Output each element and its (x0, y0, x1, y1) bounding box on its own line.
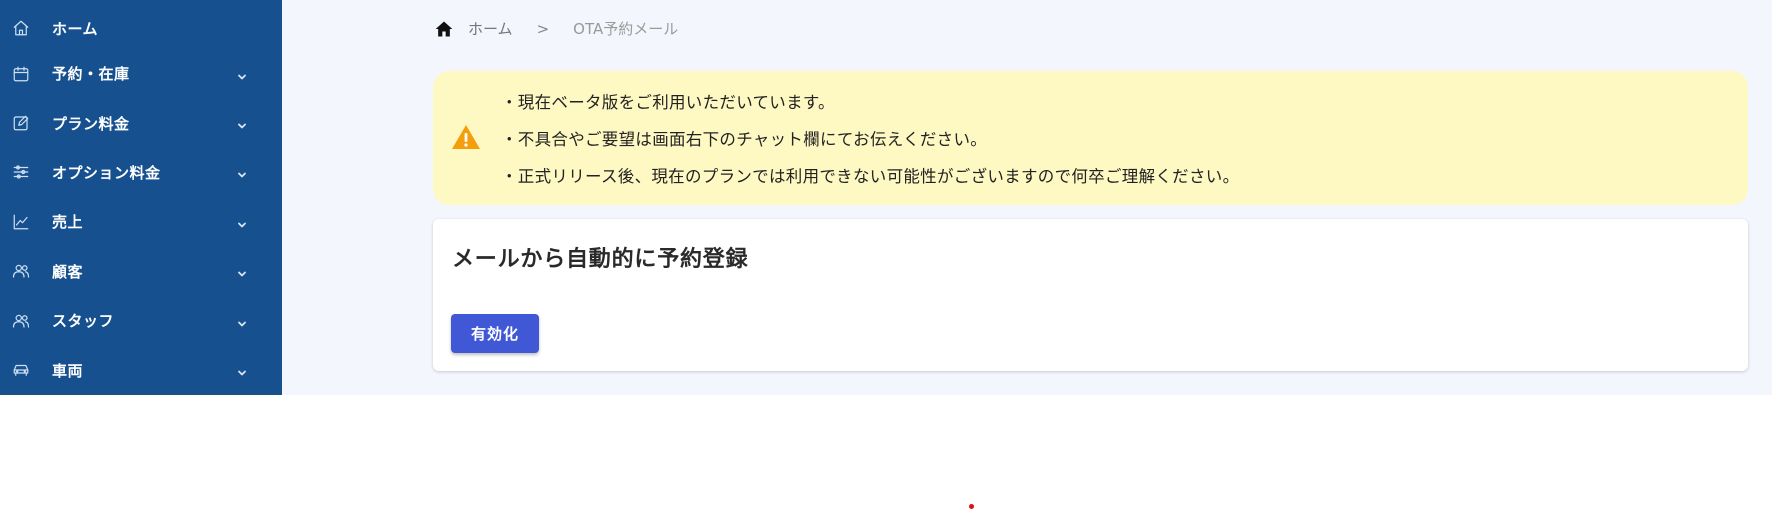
beta-warning-alert: ・現在ベータ版をご利用いただいています。 ・不具合やご要望は画面右下のチャット欄… (433, 71, 1748, 205)
sidebar-item-home[interactable]: ホーム (0, 12, 282, 44)
home-outline-icon (12, 19, 30, 37)
chevron-down-icon (236, 315, 248, 327)
home-icon[interactable] (434, 19, 454, 39)
sidebar-item-label: ホーム (52, 19, 99, 38)
chevron-down-icon (236, 216, 248, 228)
edit-icon (12, 114, 30, 132)
warning-icon (451, 123, 481, 153)
chevron-down-icon (236, 166, 248, 178)
sidebar-item-reservations[interactable]: 予約・在庫 (0, 49, 282, 98)
alert-messages: ・現在ベータ版をご利用いただいています。 ・不具合やご要望は画面右下のチャット欄… (501, 89, 1239, 187)
chart-line-icon (12, 213, 30, 231)
calendar-icon (12, 65, 30, 83)
sidebar-item-vehicles[interactable]: 車両 (0, 345, 282, 394)
car-icon (12, 361, 30, 379)
chevron-down-icon (236, 117, 248, 129)
breadcrumb: ホーム > OTA予約メール (434, 18, 678, 39)
auto-reservation-card: メールから自動的に予約登録 有効化 (433, 219, 1748, 371)
breadcrumb-current: OTA予約メール (573, 20, 679, 38)
chevron-down-icon (236, 364, 248, 376)
main-content: ホーム > OTA予約メール ・現在ベータ版をご利用いただいています。 ・不具合… (282, 0, 1772, 395)
users-icon (12, 312, 30, 330)
chevron-down-icon (236, 68, 248, 80)
sidebar-item-option-pricing[interactable]: オプション料金 (0, 148, 282, 197)
chevron-down-icon (236, 265, 248, 277)
enable-button[interactable]: 有効化 (451, 314, 539, 353)
cursor-indicator-dot (969, 504, 974, 509)
sidebar-item-sales[interactable]: 売上 (0, 197, 282, 246)
alert-line: ・現在ベータ版をご利用いただいています。 (501, 93, 835, 112)
card-title: メールから自動的に予約登録 (452, 247, 749, 272)
sidebar-item-customers[interactable]: 顧客 (0, 247, 282, 296)
alert-line: ・不具合やご要望は画面右下のチャット欄にてお伝えください。 (501, 130, 988, 149)
alert-line: ・正式リリース後、現在のプランでは利用できない可能性がございますので何卒ご理解く… (501, 167, 1240, 186)
sliders-icon (12, 163, 30, 181)
breadcrumb-home-link[interactable]: ホーム (468, 18, 513, 39)
users-icon (12, 262, 30, 280)
breadcrumb-separator: > (536, 19, 550, 38)
sidebar-item-plan-pricing[interactable]: プラン料金 (0, 98, 282, 147)
sidebar: ホーム 予約・在庫 プラン料金 オプション料金 売上 顧客 スタッフ 車両 (0, 0, 282, 395)
sidebar-item-staff[interactable]: スタッフ (0, 296, 282, 345)
app-root: ホーム 予約・在庫 プラン料金 オプション料金 売上 顧客 スタッフ 車両 ホー… (0, 0, 1772, 395)
